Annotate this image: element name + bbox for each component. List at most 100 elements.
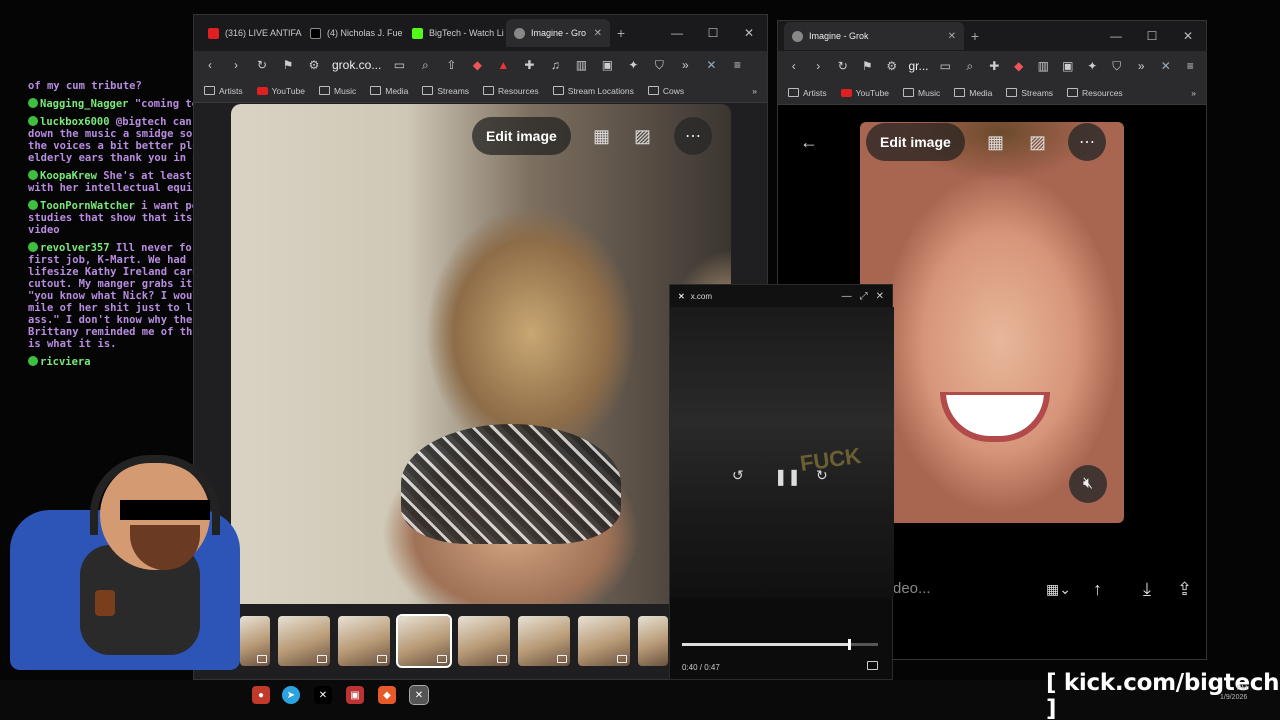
mute-icon[interactable]: 🔇︎ — [1069, 465, 1107, 503]
tab-kick[interactable]: BigTech - Watch Li — [404, 19, 506, 47]
brave-shield-icon[interactable]: ◆ — [1011, 59, 1027, 73]
bookmark-music[interactable]: Music — [319, 86, 356, 96]
ai-icon[interactable]: ✦ — [625, 58, 641, 72]
x-extension-icon[interactable]: ✕ — [1158, 59, 1174, 73]
reload-icon[interactable]: ↻ — [835, 59, 851, 73]
brave-icon[interactable]: ◆ — [378, 686, 396, 704]
close-icon[interactable]: ✕ — [594, 28, 602, 39]
zoom-icon[interactable]: ⌕ — [417, 58, 433, 73]
cast-icon[interactable]: ▭ — [938, 59, 954, 73]
bookmark-streams[interactable]: Streams — [1006, 88, 1053, 98]
back-icon[interactable]: ‹ — [202, 58, 218, 72]
maximize-icon[interactable]: ☐ — [1134, 29, 1170, 43]
image-icon[interactable]: ▨ — [634, 126, 651, 147]
extensions-icon[interactable]: ✚ — [987, 59, 1003, 73]
submit-arrow-icon[interactable]: ↑ — [1093, 579, 1102, 600]
voice-app-icon[interactable]: ▣ — [346, 686, 364, 704]
new-tab-button[interactable]: + — [610, 25, 632, 41]
more-bookmarks-icon[interactable]: » — [1191, 88, 1196, 98]
bookmark-youtube[interactable]: YouTube — [840, 88, 889, 98]
thumbnail[interactable] — [518, 616, 570, 666]
edit-image-button[interactable]: Edit image — [472, 117, 571, 155]
forward-icon[interactable]: › — [811, 59, 827, 73]
more-options-icon[interactable]: ⋯ — [674, 117, 712, 155]
reload-icon[interactable]: ↻ — [254, 58, 270, 72]
video-mode-dropdown-icon[interactable]: ▦⌄ — [1046, 581, 1071, 598]
generated-image-face[interactable] — [860, 122, 1124, 523]
download-icon[interactable]: ⤓ — [1143, 579, 1151, 600]
menu-icon[interactable]: ≡ — [729, 58, 745, 72]
ai-icon[interactable]: ✦ — [1085, 59, 1101, 73]
more-bookmarks-icon[interactable]: » — [752, 86, 757, 96]
prompt-input[interactable]: deo... — [893, 580, 931, 597]
x-extension-icon[interactable]: ✕ — [703, 58, 719, 72]
browser-icon[interactable]: ✕ — [409, 685, 429, 705]
bookmark-icon[interactable]: ⚑ — [280, 58, 296, 72]
wallet-icon[interactable]: ▣ — [1060, 59, 1076, 73]
close-icon[interactable]: ✕ — [876, 291, 884, 302]
bookmark-stream-locations[interactable]: Stream Locations — [552, 86, 634, 96]
url-field[interactable]: gr... — [909, 59, 929, 73]
share-icon[interactable]: ⇧ — [443, 58, 459, 72]
x-icon[interactable]: ✕ — [314, 686, 332, 704]
site-settings-icon[interactable]: ⚙ — [306, 58, 322, 72]
site-settings-icon[interactable]: ⚙ — [884, 59, 900, 73]
brave-shield-icon[interactable]: ◆ — [469, 58, 485, 72]
thumbnail[interactable] — [278, 616, 330, 666]
new-tab-button[interactable]: + — [964, 28, 986, 44]
x-video-miniplayer[interactable]: ✕ x.com — ⤢ ✕ FUCK ↺ ❚❚ ↻ 0:40 / 0:47 — [669, 284, 894, 680]
shield-icon[interactable]: ⛉ — [1109, 59, 1125, 74]
close-icon[interactable]: ✕ — [948, 31, 956, 42]
close-window-icon[interactable]: ✕ — [1170, 29, 1206, 43]
captions-icon[interactable] — [867, 661, 878, 670]
generated-image[interactable] — [231, 104, 731, 604]
rewind-icon[interactable]: ↺ — [732, 467, 744, 484]
sidebar-icon[interactable]: ▥ — [1036, 59, 1052, 73]
bookmark-artists[interactable]: Artists — [788, 88, 827, 98]
minimize-icon[interactable]: — — [659, 26, 695, 40]
sidebar-icon[interactable]: ▥ — [573, 58, 589, 72]
video-frame-icon[interactable]: ▦ — [593, 126, 610, 147]
pause-icon[interactable]: ❚❚ — [774, 467, 801, 487]
url-field[interactable]: grok.co... — [332, 58, 381, 72]
music-icon[interactable]: ♫ — [547, 58, 563, 72]
more-extensions-icon[interactable]: » — [1134, 59, 1150, 73]
thumbnail[interactable] — [338, 616, 390, 666]
extensions-icon[interactable]: ✚ — [521, 58, 537, 72]
bookmark-youtube[interactable]: YouTube — [256, 86, 305, 96]
minimize-icon[interactable]: — — [1098, 29, 1134, 43]
zoom-icon[interactable]: ⌕ — [962, 59, 978, 74]
bookmark-media[interactable]: Media — [370, 86, 408, 96]
close-window-icon[interactable]: ✕ — [731, 26, 767, 40]
image-icon[interactable]: ▨ — [1029, 132, 1046, 153]
more-options-icon[interactable]: ⋯ — [1068, 123, 1106, 161]
video-frame-icon[interactable]: ▦ — [987, 132, 1004, 153]
thumbnail[interactable] — [638, 616, 668, 666]
edit-image-button[interactable]: Edit image — [866, 123, 965, 161]
cast-icon[interactable]: ▭ — [391, 58, 407, 72]
bookmark-streams[interactable]: Streams — [422, 86, 469, 96]
telegram-icon[interactable]: ➤ — [282, 686, 300, 704]
video-timeline[interactable] — [682, 639, 878, 650]
bookmark-music[interactable]: Music — [903, 88, 940, 98]
timeline-knob[interactable] — [847, 639, 851, 650]
bookmark-resources[interactable]: Resources — [1067, 88, 1123, 98]
tab-grok[interactable]: Imagine - Grok ✕ — [784, 22, 964, 50]
bookmark-artists[interactable]: Artists — [204, 86, 243, 96]
bookmark-icon[interactable]: ⚑ — [860, 59, 876, 73]
expand-icon[interactable]: ⤢ — [860, 291, 868, 302]
menu-icon[interactable]: ≡ — [1183, 59, 1199, 73]
thumbnail[interactable] — [578, 616, 630, 666]
forward-icon[interactable]: › — [228, 58, 244, 72]
tab-grok[interactable]: Imagine - Gro ✕ — [506, 19, 610, 47]
bookmark-cows[interactable]: Cows — [647, 86, 684, 96]
maximize-icon[interactable]: ☐ — [695, 26, 731, 40]
thumbnail-selected[interactable] — [396, 614, 452, 668]
forward-icon[interactable]: ↻ — [816, 467, 828, 484]
bookmark-resources[interactable]: Resources — [483, 86, 539, 96]
minimize-icon[interactable]: — — [842, 291, 852, 302]
wallet-icon[interactable]: ▣ — [599, 58, 615, 72]
video-frame[interactable]: FUCK — [670, 307, 894, 597]
bookmark-media[interactable]: Media — [954, 88, 992, 98]
back-arrow-icon[interactable]: ← — [800, 132, 818, 153]
